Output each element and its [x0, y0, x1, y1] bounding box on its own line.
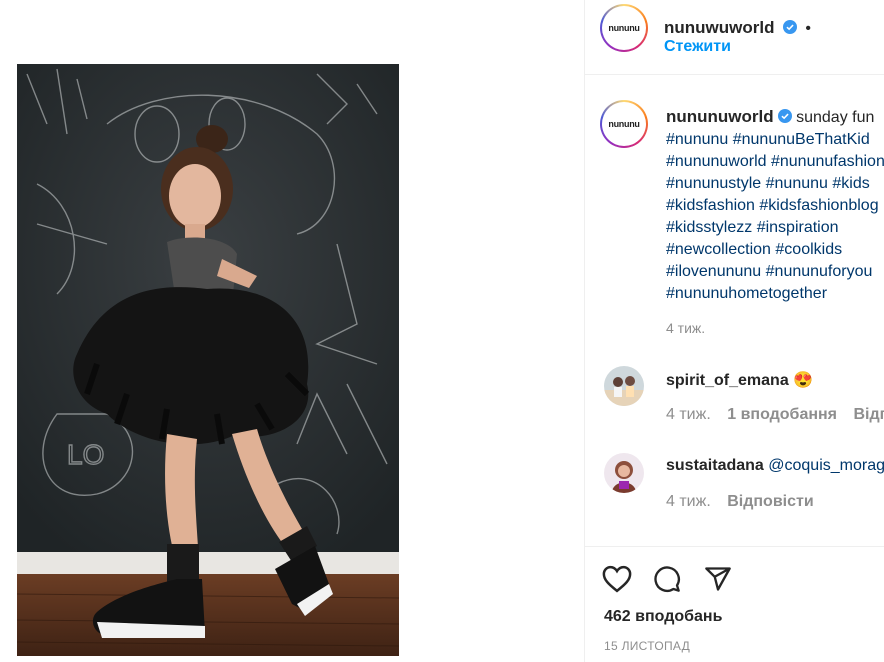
heart-icon[interactable]: [602, 565, 632, 593]
comment-avatar[interactable]: [604, 366, 644, 406]
comment-mention[interactable]: @coquis_moraga: [768, 457, 884, 474]
post-header: nununu nunuwuworld • Стежити: [585, 0, 884, 75]
caption-text-start: sunday fun: [796, 109, 875, 126]
caption-avatar[interactable]: nununu: [600, 100, 648, 148]
avatar-logo-text: nununu: [608, 23, 640, 33]
comment-body: sustaitadana @coquis_moraga: [666, 457, 884, 475]
header-username[interactable]: nunuwuworld: [664, 18, 774, 37]
caption-hashtags[interactable]: #nununustyle #nununu #kids: [666, 173, 884, 195]
avatar-inner: nununu: [602, 6, 646, 50]
post-actions: 462 вподобань 15 ЛИСТОПАД: [585, 546, 884, 662]
caption-avatar-inner: nununu: [602, 102, 646, 146]
svg-text:LO: LO: [67, 439, 104, 470]
verified-badge-icon: [782, 20, 797, 34]
caption-hashtags[interactable]: #kidsstylezz #inspiration: [666, 217, 884, 239]
caption-hashtags[interactable]: #ilovenununu #nununuforyou: [666, 261, 884, 283]
post-sidebar: nununu nunuwuworld • Стежити nununu nunu…: [585, 0, 884, 662]
caption-avatar-logo-text: nununu: [608, 119, 640, 129]
comment-likes[interactable]: 1 вподобання: [727, 406, 837, 423]
comment-text: 😍: [793, 372, 814, 389]
comment-username[interactable]: spirit_of_emana: [666, 372, 789, 389]
post-caption: nununuworld sunday fun #nununu #nununuBe…: [666, 106, 884, 339]
comment-body: spirit_of_emana 😍: [666, 370, 813, 390]
post-date[interactable]: 15 ЛИСТОПАД: [604, 639, 690, 653]
follow-button[interactable]: Стежити: [664, 38, 731, 55]
caption-time[interactable]: 4 тиж.: [666, 317, 884, 339]
caption-line-0: nununuworld sunday fun: [666, 106, 884, 129]
comment-meta: 4 тиж. Відповісти: [666, 493, 814, 511]
comment-meta: 4 тиж. 1 вподобання Відповісти: [666, 406, 884, 424]
post-photo[interactable]: LO: [17, 64, 399, 656]
caption-hashtags[interactable]: #nununu #nununuBeThatKid: [666, 129, 884, 151]
comment-time[interactable]: 4 тиж.: [666, 406, 711, 423]
caption-hashtags[interactable]: #nununuhometogether: [666, 283, 884, 305]
comment-avatar[interactable]: [604, 453, 644, 493]
comment-icon[interactable]: [652, 565, 682, 593]
caption-hashtags[interactable]: #kidsfashion #kidsfashionblog: [666, 195, 884, 217]
reply-button[interactable]: Відповісти: [853, 406, 884, 423]
post-media-panel: LO: [0, 0, 584, 662]
caption-hashtags[interactable]: #newcollection #coolkids: [666, 239, 884, 261]
profile-avatar[interactable]: nununu: [600, 4, 648, 52]
verified-badge-icon: [777, 109, 792, 123]
reply-button[interactable]: Відповісти: [727, 493, 813, 510]
caption-username[interactable]: nununuworld: [666, 107, 774, 126]
caption-hashtags[interactable]: #nununuworld #nununufashion: [666, 151, 884, 173]
share-icon[interactable]: [703, 565, 733, 593]
header-title-row: nunuwuworld • Стежити: [664, 18, 884, 56]
comment-username[interactable]: sustaitadana: [666, 457, 764, 474]
comment-time[interactable]: 4 тиж.: [666, 493, 711, 510]
likes-count[interactable]: 462 вподобань: [604, 608, 722, 626]
header-separator: •: [805, 20, 811, 37]
